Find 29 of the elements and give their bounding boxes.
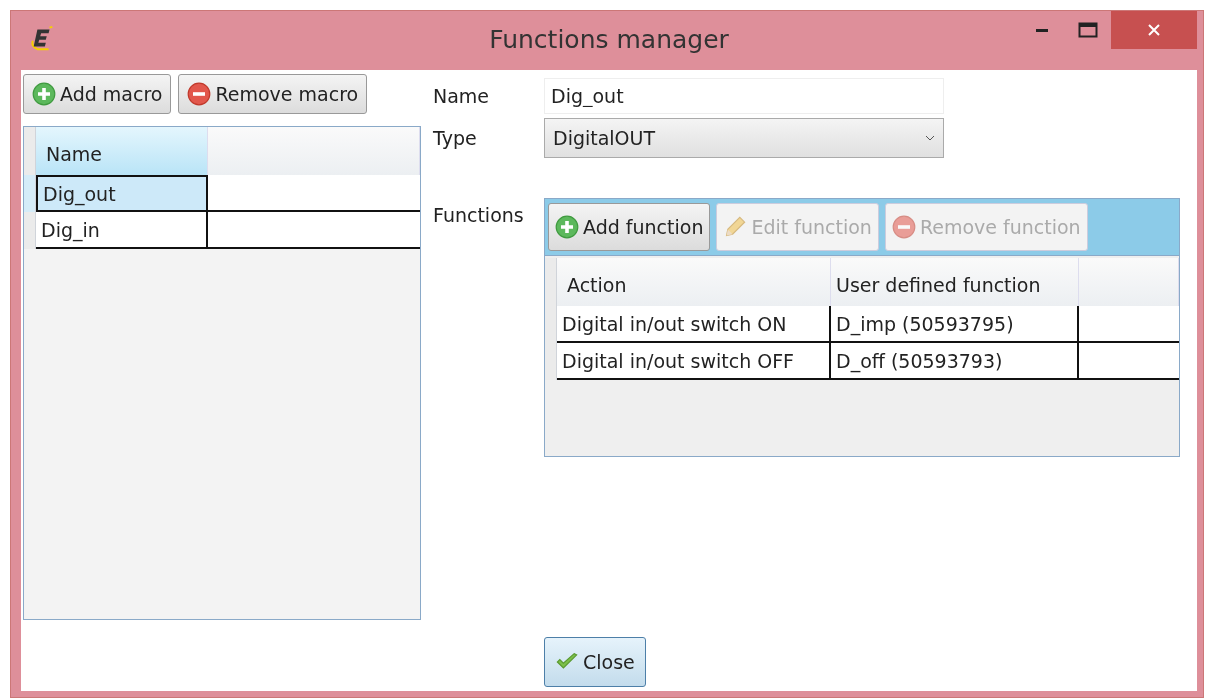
table-cell: D_imp (50593795) <box>831 306 1079 343</box>
table-cell: D_off (50593793) <box>831 343 1079 380</box>
column-header[interactable]: Name <box>36 127 208 175</box>
minimize-icon <box>1036 28 1048 32</box>
close-button[interactable]: Close <box>544 637 646 687</box>
name-field[interactable]: Dig_out <box>544 78 944 114</box>
window-title: Functions manager <box>489 25 729 54</box>
maximize-icon <box>1078 22 1098 38</box>
field-label: Type <box>433 127 478 149</box>
minus-circle-icon <box>187 82 212 106</box>
table-cell: Digital in/out switch ON <box>557 306 831 343</box>
column-header[interactable]: Action <box>557 258 831 306</box>
type-dropdown[interactable]: DigitalOUT <box>544 118 944 158</box>
table-cell[interactable]: Dig_in <box>36 212 208 249</box>
plus-circle-icon <box>555 215 579 239</box>
close-icon <box>1146 22 1162 38</box>
plus-circle-icon <box>32 82 56 106</box>
remove-button[interactable]: Remove macro <box>178 74 368 114</box>
pencil-icon <box>723 215 748 239</box>
table-cell: Digital in/out switch OFF <box>557 343 831 380</box>
minus-circle-icon <box>891 215 916 239</box>
chevron-down-icon <box>925 135 935 141</box>
field-label: Name <box>433 85 491 107</box>
table-cell[interactable]: Dig_out <box>36 175 208 212</box>
add-button[interactable]: Add function <box>548 203 711 251</box>
column-header[interactable]: User defined function <box>831 258 1079 306</box>
field-label: Functions <box>433 204 525 226</box>
row-header <box>24 175 36 212</box>
add-button[interactable]: Add macro <box>23 74 172 114</box>
